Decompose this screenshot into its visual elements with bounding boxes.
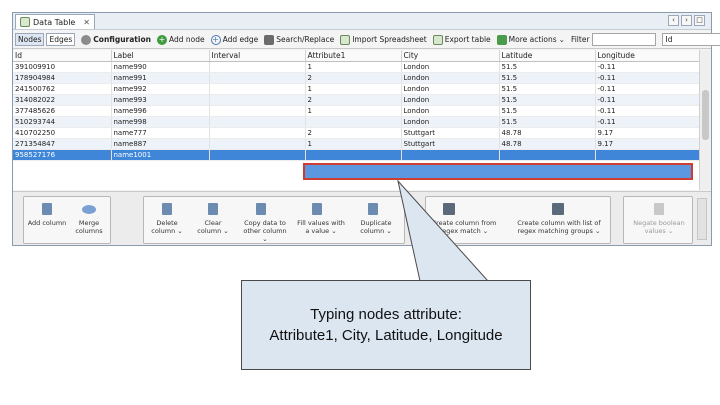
callout-pointer-shape	[397, 179, 490, 282]
callout-box: Typing nodes attribute: Attribute1, City…	[241, 280, 531, 370]
callout-line-2: Attribute1, City, Latitude, Longitude	[269, 327, 503, 344]
callout-line-1: Typing nodes attribute:	[310, 306, 462, 323]
